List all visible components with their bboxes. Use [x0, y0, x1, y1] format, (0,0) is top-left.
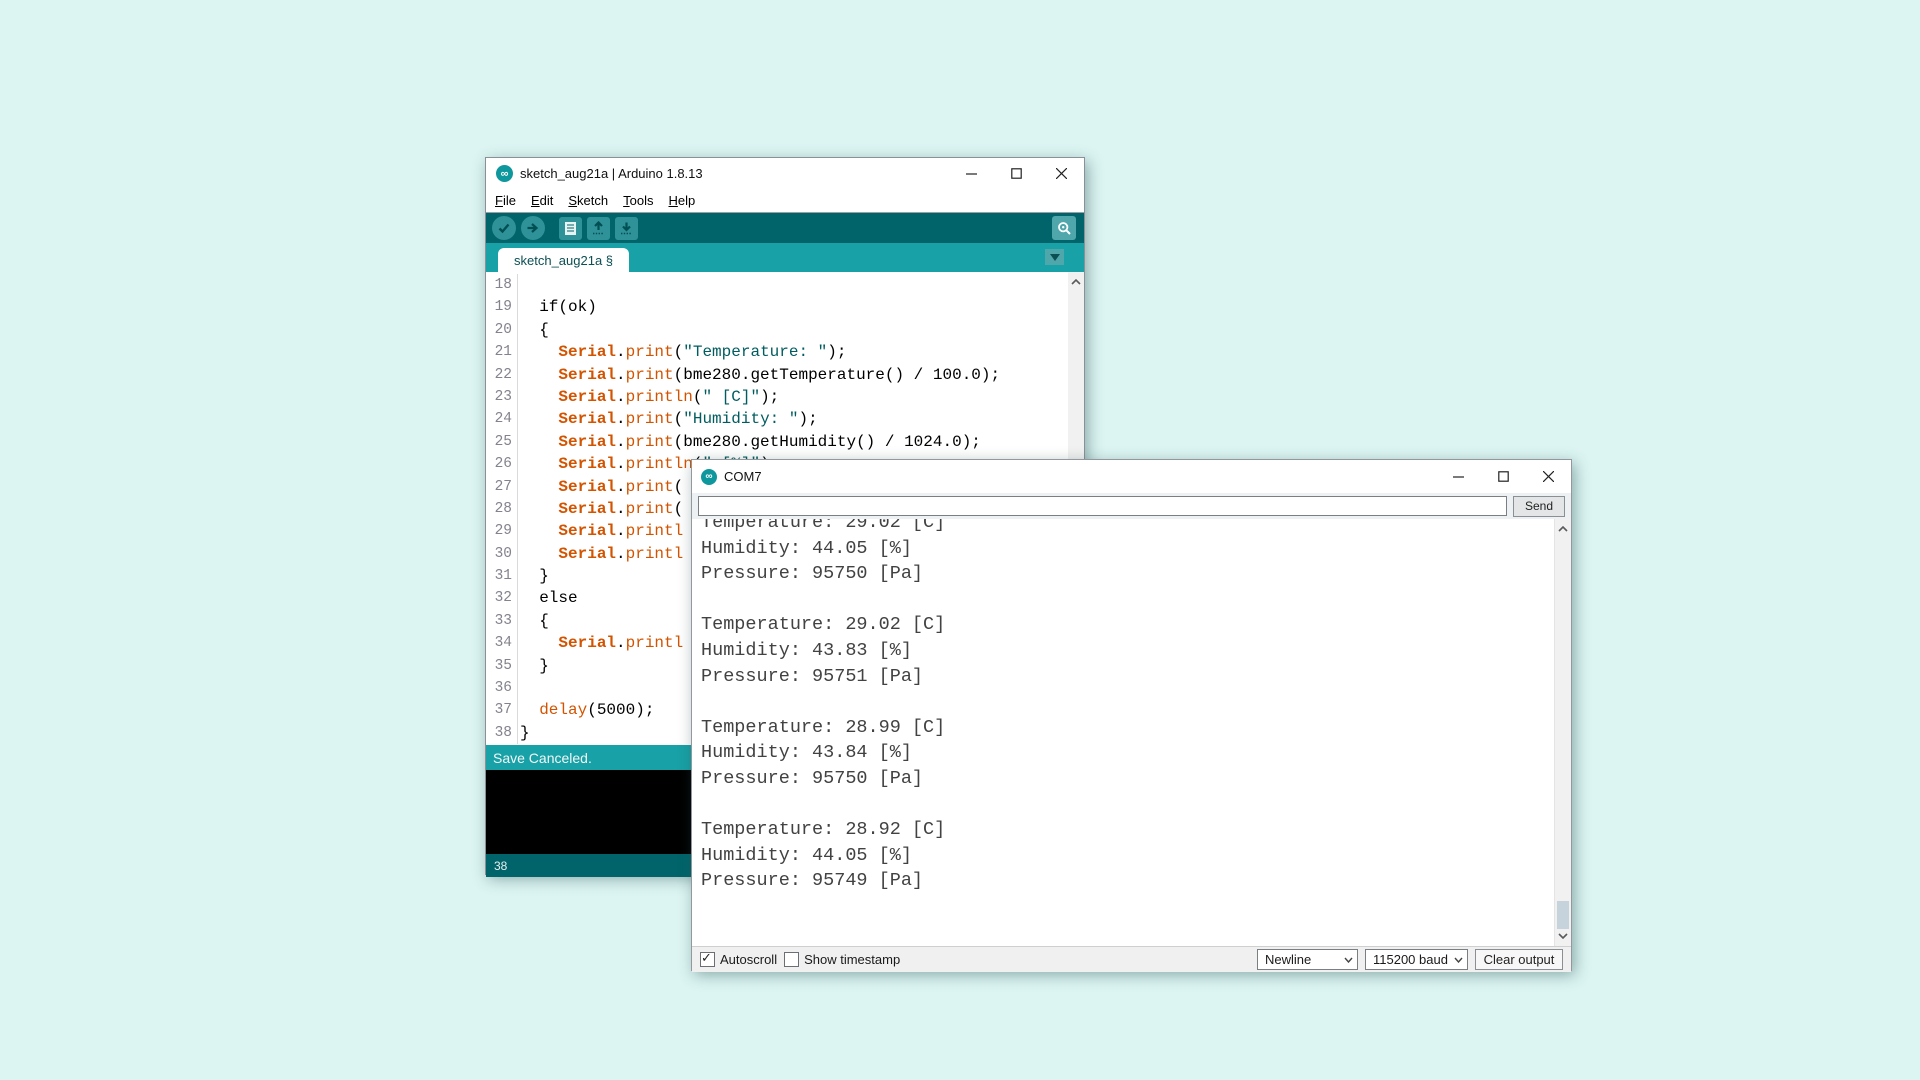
checkbox-icon: [700, 952, 715, 967]
chevron-down-icon: [1454, 957, 1463, 963]
minimize-button[interactable]: [1436, 460, 1481, 493]
serial-input[interactable]: [698, 496, 1507, 516]
code-line-21: 21 Serial.print("Temperature: ");: [486, 341, 1068, 363]
serial-output-line: [701, 792, 1547, 818]
serial-output-line: Temperature: 28.99 [C]: [701, 715, 1547, 741]
open-sketch-button[interactable]: [587, 217, 610, 240]
minimize-button[interactable]: [949, 158, 994, 189]
footer-line-number: 38: [494, 859, 507, 873]
serial-monitor-magnifier-icon: [1057, 221, 1072, 236]
serial-output-line: Humidity: 43.84 [%]: [701, 740, 1547, 766]
autoscroll-label: Autoscroll: [720, 952, 777, 967]
serial-output-line: Humidity: 44.05 [%]: [701, 843, 1547, 869]
serial-output-line: [701, 587, 1547, 613]
menu-edit[interactable]: Edit: [531, 193, 553, 208]
serial-output-line: Temperature: 29.02 [C]: [701, 519, 1547, 536]
maximize-button[interactable]: [1481, 460, 1526, 493]
close-icon: [1543, 471, 1554, 482]
minimize-icon: [1453, 471, 1464, 482]
serial-window-title: COM7: [724, 469, 762, 484]
code-line-23: 23 Serial.println(" [C]");: [486, 386, 1068, 408]
ide-tabbar: sketch_aug21a §: [486, 243, 1084, 272]
new-document-icon: [564, 221, 577, 236]
serial-output-line: Pressure: 95751 [Pa]: [701, 664, 1547, 690]
serial-output-line: Temperature: 29.02 [C]: [701, 612, 1547, 638]
maximize-button[interactable]: [994, 158, 1039, 189]
close-icon: [1056, 168, 1067, 179]
scroll-up-icon[interactable]: [1555, 521, 1571, 537]
menu-file[interactable]: File: [495, 193, 516, 208]
save-down-arrow-icon: [619, 221, 634, 236]
serial-bottom-bar: Autoscroll Show timestamp Newline 115200…: [692, 946, 1571, 972]
ide-window-title: sketch_aug21a | Arduino 1.8.13: [520, 166, 703, 181]
serial-titlebar[interactable]: ∞ COM7: [692, 460, 1571, 493]
serial-output-line: Humidity: 44.05 [%]: [701, 536, 1547, 562]
serial-output-line: Humidity: 43.83 [%]: [701, 638, 1547, 664]
tab-label: sketch_aug21a §: [514, 253, 613, 268]
send-button[interactable]: Send: [1513, 496, 1565, 517]
new-sketch-button[interactable]: [559, 217, 582, 240]
arduino-logo-icon: ∞: [701, 469, 717, 485]
autoscroll-checkbox[interactable]: Autoscroll: [700, 952, 777, 967]
serial-output-line: Temperature: 28.92 [C]: [701, 817, 1547, 843]
tab-list-dropdown-button[interactable]: [1045, 249, 1064, 265]
checkbox-icon: [784, 952, 799, 967]
ide-titlebar[interactable]: ∞ sketch_aug21a | Arduino 1.8.13: [486, 158, 1084, 189]
upload-button[interactable]: [521, 216, 545, 240]
arduino-logo-icon: ∞: [496, 165, 513, 182]
ide-window-controls: [949, 158, 1084, 189]
clear-output-button[interactable]: Clear output: [1475, 949, 1563, 970]
chevron-down-icon: [1344, 957, 1353, 963]
line-ending-select[interactable]: Newline: [1257, 949, 1358, 970]
code-line-25: 25 Serial.print(bme280.getHumidity() / 1…: [486, 431, 1068, 453]
upload-arrow-icon: [526, 221, 540, 235]
code-line-22: 22 Serial.print(bme280.getTemperature() …: [486, 364, 1068, 386]
serial-output-line: Pressure: 95750 [Pa]: [701, 766, 1547, 792]
menu-help[interactable]: Help: [668, 193, 695, 208]
code-line-24: 24 Serial.print("Humidity: ");: [486, 408, 1068, 430]
scrollbar-thumb[interactable]: [1557, 901, 1569, 929]
serial-scrollbar[interactable]: [1554, 519, 1571, 946]
serial-window-controls: [1436, 460, 1571, 493]
verify-check-icon: [497, 221, 511, 235]
baud-rate-value: 115200 baud: [1373, 952, 1448, 967]
open-up-arrow-icon: [591, 221, 606, 236]
serial-output-area[interactable]: Temperature: 29.02 [C]Humidity: 44.05 [%…: [692, 519, 1571, 946]
line-ending-value: Newline: [1265, 952, 1311, 967]
scroll-up-icon[interactable]: [1068, 274, 1084, 290]
serial-output-text: Temperature: 29.02 [C]Humidity: 44.05 [%…: [701, 519, 1547, 894]
serial-send-row: Send: [692, 493, 1571, 519]
serial-output-line: Pressure: 95750 [Pa]: [701, 561, 1547, 587]
maximize-icon: [1498, 471, 1509, 482]
menu-tools[interactable]: Tools: [623, 193, 653, 208]
code-line-18: 18: [486, 274, 1068, 296]
serial-monitor-window: ∞ COM7 Send Temperature: 29.02 [C]Humidi…: [691, 459, 1572, 971]
scroll-down-icon[interactable]: [1555, 928, 1571, 944]
baud-rate-select[interactable]: 115200 baud: [1365, 949, 1468, 970]
serial-output-line: [701, 689, 1547, 715]
tab-sketch-aug21a[interactable]: sketch_aug21a §: [498, 248, 629, 272]
verify-button[interactable]: [492, 216, 516, 240]
serial-monitor-button[interactable]: [1052, 216, 1076, 240]
chevron-down-icon: [1050, 254, 1060, 261]
maximize-icon: [1011, 168, 1022, 179]
save-sketch-button[interactable]: [615, 217, 638, 240]
ide-toolbar: [486, 213, 1084, 243]
status-message: Save Canceled.: [493, 750, 592, 766]
show-timestamp-checkbox[interactable]: Show timestamp: [784, 952, 900, 967]
close-button[interactable]: [1039, 158, 1084, 189]
show-timestamp-label: Show timestamp: [804, 952, 900, 967]
ide-menubar: File Edit Sketch Tools Help: [486, 189, 1084, 213]
serial-output-line: Pressure: 95749 [Pa]: [701, 868, 1547, 894]
code-line-19: 19 if(ok): [486, 296, 1068, 318]
close-button[interactable]: [1526, 460, 1571, 493]
code-line-20: 20 {: [486, 319, 1068, 341]
desktop: ∞ sketch_aug21a | Arduino 1.8.13 File Edi…: [0, 0, 1920, 1080]
menu-sketch[interactable]: Sketch: [568, 193, 608, 208]
minimize-icon: [966, 168, 977, 179]
